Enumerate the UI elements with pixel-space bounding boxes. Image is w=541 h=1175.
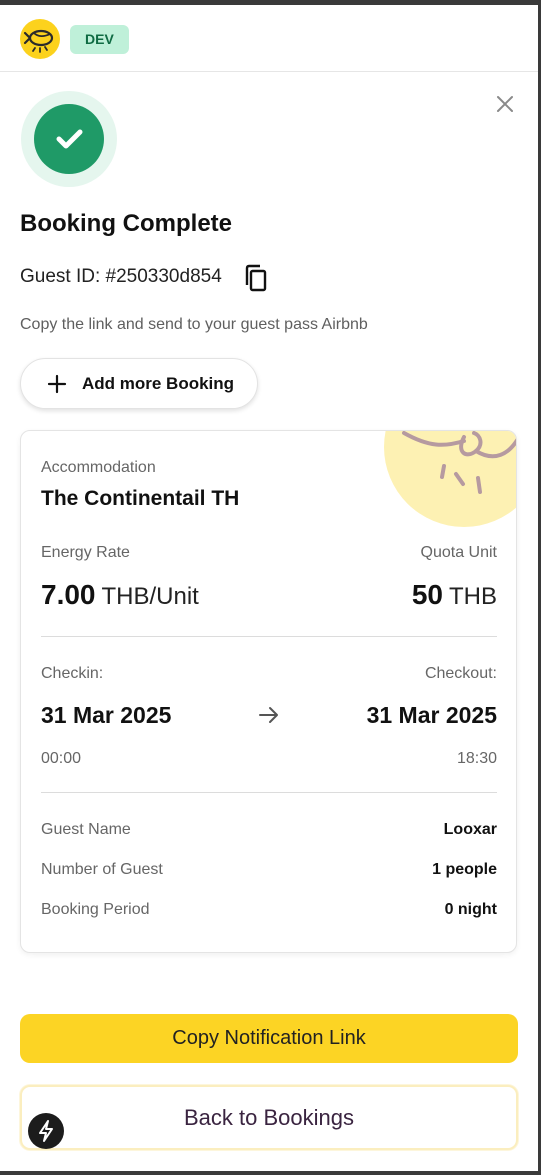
checkout-label: Checkout: [424,665,497,682]
check-circle-icon [34,104,104,174]
quota-unit-currency: THB [449,583,497,610]
guest-name-value: Looxar [443,821,497,838]
instruction-text: Copy the link and send to your guest pas… [20,316,368,333]
checkout-time: 18:30 [456,750,497,767]
window-frame-bottom [0,1171,541,1175]
arrow-right-icon [257,704,281,726]
divider [41,636,497,637]
energy-rate-label: Energy Rate [41,544,130,561]
energy-rate-value: 7.00 [41,579,96,610]
lightning-icon[interactable] [28,1113,64,1149]
checkin-label: Checkin: [41,665,104,682]
copy-notification-link-button[interactable]: Copy Notification Link [20,1014,518,1063]
sun-decoration-icon [384,431,516,527]
guest-name-label: Guest Name [41,821,131,838]
guest-count-value: 1 people [432,861,497,878]
checkin-time: 00:00 [41,750,82,767]
plus-icon [47,374,67,394]
checkin-date: 31 Mar 2025 [41,702,172,728]
energy-rate-unit: THB/Unit [101,583,199,610]
guest-id-text: Guest ID: #250330d854 [20,266,222,287]
env-badge: DEV [70,25,129,54]
energy-rate: 7.00 THB/Unit [41,579,199,611]
add-more-booking-button[interactable]: Add more Booking [20,358,258,409]
quota-unit-label: Quota Unit [420,544,497,561]
copy-icon[interactable] [243,263,271,293]
fish-logo-icon[interactable] [20,19,60,59]
checkout-date: 31 Mar 2025 [366,702,497,728]
back-to-bookings-button[interactable]: Back to Bookings [20,1085,518,1150]
booking-period-label: Booking Period [41,901,150,918]
guest-count-label: Number of Guest [41,861,163,878]
close-icon[interactable] [494,93,516,115]
top-bar: DEV [0,5,538,72]
accommodation-label: Accommodation [41,459,156,476]
booking-summary-card: Accommodation The Continentail TH Energy… [20,430,517,953]
divider [41,792,497,793]
page-title: Booking Complete [20,210,233,237]
quota-unit-value: 50 [411,579,443,610]
quota-unit: 50 THB [412,579,497,611]
booking-period-value: 0 night [444,901,497,918]
add-more-booking-label: Add more Booking [82,374,235,393]
accommodation-name: The Continentail TH [41,487,240,510]
